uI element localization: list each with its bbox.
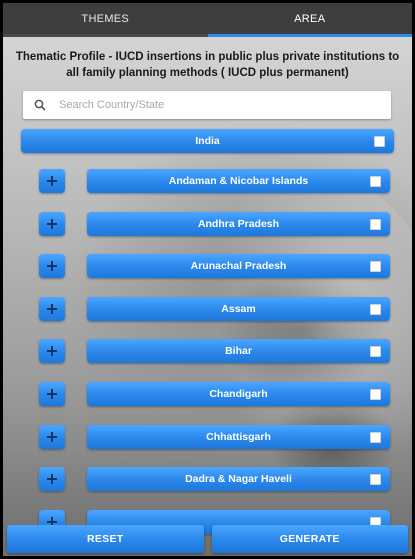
tab-bar: THEMES AREA	[3, 3, 412, 37]
state-label: Andaman & Nicobar Islands	[168, 175, 309, 187]
app-frame: THEMES AREA Thematic Profile - IUCD inse…	[3, 3, 412, 556]
plus-icon	[47, 432, 57, 442]
state-label: Bihar	[225, 345, 252, 357]
plus-icon	[47, 389, 57, 399]
state-label: Chhattisgarh	[206, 431, 271, 443]
state-item[interactable]: Arunachal Pradesh	[87, 254, 390, 278]
state-label: Assam	[221, 303, 256, 315]
page-title: Thematic Profile - IUCD insertions in pu…	[15, 51, 400, 79]
state-label: Dadra & Nagar Haveli	[185, 473, 292, 485]
country-item-india[interactable]: India	[21, 129, 394, 153]
generate-button[interactable]: GENERATE	[211, 525, 408, 553]
state-checkbox[interactable]	[370, 474, 381, 485]
state-item[interactable]: Andaman & Nicobar Islands	[87, 169, 390, 193]
state-item[interactable]: Andhra Pradesh	[87, 212, 390, 236]
state-item[interactable]: Chandigarh	[87, 382, 390, 406]
expand-button[interactable]	[39, 467, 65, 491]
plus-icon	[47, 474, 57, 484]
state-checkbox[interactable]	[370, 389, 381, 400]
tab-themes[interactable]: THEMES	[3, 3, 208, 37]
expand-button[interactable]	[39, 382, 65, 406]
state-checkbox[interactable]	[370, 304, 381, 315]
state-checkbox[interactable]	[370, 261, 381, 272]
state-label: Chandigarh	[209, 388, 268, 400]
state-checkbox[interactable]	[370, 219, 381, 230]
plus-icon	[47, 261, 57, 271]
state-label: Andhra Pradesh	[197, 218, 280, 230]
state-item[interactable]: Chhattisgarh	[87, 425, 390, 449]
search-box[interactable]	[23, 91, 391, 119]
search-input[interactable]	[57, 98, 361, 112]
state-label: Arunachal Pradesh	[190, 260, 287, 272]
state-checkbox[interactable]	[370, 432, 381, 443]
tab-area[interactable]: AREA	[207, 3, 412, 37]
plus-icon	[47, 219, 57, 229]
plus-icon	[47, 346, 57, 356]
reset-button[interactable]: RESET	[7, 525, 204, 553]
plus-icon	[47, 304, 57, 314]
state-item[interactable]: Assam	[87, 297, 390, 321]
plus-icon	[47, 176, 57, 186]
state-item[interactable]: Bihar	[87, 339, 390, 363]
action-bar: RESET GENERATE	[3, 523, 412, 556]
country-checkbox[interactable]	[374, 136, 385, 147]
expand-button[interactable]	[39, 297, 65, 321]
expand-button[interactable]	[39, 169, 65, 193]
expand-button[interactable]	[39, 339, 65, 363]
expand-button[interactable]	[39, 212, 65, 236]
state-checkbox[interactable]	[370, 176, 381, 187]
state-checkbox[interactable]	[370, 346, 381, 357]
country-label: India	[195, 135, 220, 147]
state-item[interactable]: Dadra & Nagar Haveli	[87, 467, 390, 491]
search-icon	[23, 99, 57, 111]
expand-button[interactable]	[39, 254, 65, 278]
expand-button[interactable]	[39, 425, 65, 449]
